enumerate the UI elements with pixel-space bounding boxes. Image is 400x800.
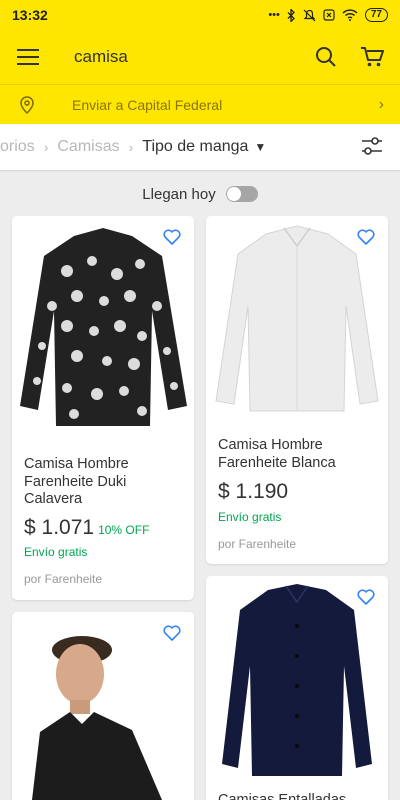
notification-dots: ••• <box>268 9 280 21</box>
location-pin-icon <box>20 95 34 114</box>
seller-label: por Farenheite <box>218 537 297 551</box>
seller-label: por Farenheite <box>24 572 103 586</box>
free-shipping-label: Envío gratis <box>24 545 88 559</box>
filter-bar: orios › Camisas › Tipo de manga ▼ <box>0 124 400 170</box>
menu-button[interactable] <box>14 43 42 71</box>
discount-badge: 10% OFF <box>98 523 150 537</box>
cart-icon <box>361 47 384 67</box>
status-bar: 13:32 ••• 77 <box>0 0 400 30</box>
cart-button[interactable] <box>358 43 386 71</box>
free-shipping-label: Envío gratis <box>218 510 282 524</box>
chevron-right-icon: › <box>43 139 49 155</box>
favorite-heart-icon[interactable] <box>357 589 375 605</box>
filter-tipo-de-manga[interactable]: Tipo de manga <box>142 138 248 156</box>
breadcrumb-camisas[interactable]: Camisas <box>57 138 119 156</box>
status-time: 13:32 <box>12 7 48 23</box>
switch-knob <box>226 187 241 201</box>
chevron-right-icon: › <box>378 95 384 113</box>
product-price: $ 1.071 <box>24 516 95 539</box>
filter-settings-button[interactable] <box>360 134 384 163</box>
product-price-row: $ 1.071 10% OFF <box>24 516 149 540</box>
same-day-delivery-label: Llegan hoy <box>142 185 216 203</box>
same-day-delivery-toggle-row: Llegan hoy <box>0 180 400 208</box>
favorite-heart-icon[interactable] <box>357 229 375 245</box>
hamburger-icon <box>17 49 39 65</box>
wifi-icon <box>342 9 358 21</box>
search-query[interactable]: camisa <box>74 47 312 67</box>
favorite-heart-icon[interactable] <box>163 229 181 245</box>
product-title[interactable]: Camisa Hombre Farenheite Blanca <box>218 437 378 472</box>
sliders-icon <box>362 137 382 155</box>
product-image-white-shirt <box>206 216 388 416</box>
chevron-right-icon: › <box>128 139 134 155</box>
product-card[interactable] <box>12 612 194 800</box>
same-day-delivery-switch[interactable] <box>225 186 258 202</box>
top-header: camisa <box>0 30 400 84</box>
product-price: $ 1.190 <box>218 480 289 503</box>
product-card[interactable]: Camisa Hombre Farenheite Blanca $ 1.190 … <box>206 216 388 564</box>
product-title[interactable]: Camisas Entalladas <box>218 792 378 800</box>
status-icons: ••• 77 <box>268 8 388 22</box>
product-card[interactable]: Camisa Hombre Farenheite Duki Calavera $… <box>12 216 194 600</box>
bluetooth-icon <box>287 8 295 22</box>
battery-indicator: 77 <box>364 8 388 22</box>
search-button[interactable] <box>312 43 340 71</box>
shipping-location-bar[interactable]: Enviar a Capital Federal › <box>0 84 400 124</box>
chevron-down-icon: ▼ <box>254 140 267 154</box>
product-image-skull-shirt <box>12 216 194 436</box>
breadcrumb-accesorios[interactable]: orios <box>0 138 35 156</box>
shipping-location-text: Enviar a Capital Federal <box>72 96 223 113</box>
favorite-heart-icon[interactable] <box>163 625 181 641</box>
search-icon <box>316 47 336 67</box>
product-image-navy-shirt <box>206 576 388 784</box>
mute-icon <box>303 9 316 21</box>
product-title[interactable]: Camisa Hombre Farenheite Duki Calavera <box>24 456 184 509</box>
product-card[interactable]: Camisas Entalladas <box>206 576 388 800</box>
sim-blocked-icon <box>323 9 335 21</box>
